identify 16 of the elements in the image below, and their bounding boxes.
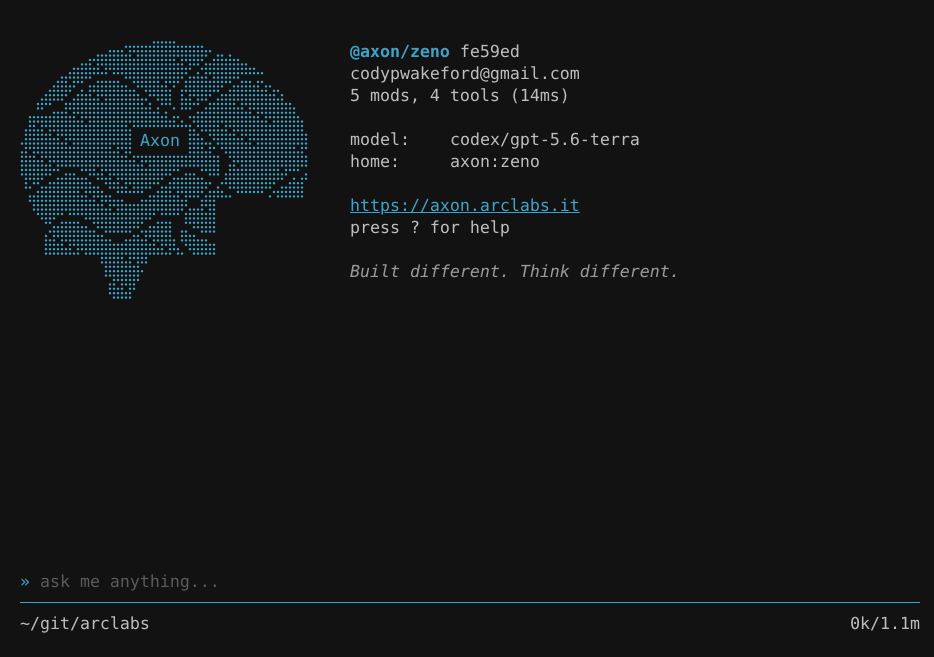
commit-hash: fe59ed bbox=[460, 42, 520, 61]
email-text: codypwakeford@gmail.com bbox=[350, 64, 580, 83]
current-path: ~/git/arclabs bbox=[20, 613, 150, 635]
stats-text: 5 mods, 4 tools (14ms) bbox=[350, 86, 570, 105]
setting-value: axon:zeno bbox=[450, 152, 540, 171]
setting-key: home: bbox=[350, 151, 450, 173]
tagline-text: Built different. Think different. bbox=[350, 262, 680, 281]
logo-label: Axon bbox=[140, 130, 180, 152]
setting-value: codex/gpt-5.6-terra bbox=[450, 130, 640, 149]
prompt-input[interactable]: ask me anything... bbox=[40, 572, 920, 590]
setting-key: model: bbox=[350, 129, 450, 151]
token-usage: 0k/1.1m bbox=[850, 613, 920, 635]
package-name: @axon/zeno bbox=[350, 42, 450, 61]
website-link[interactable]: https://axon.arclabs.it bbox=[350, 196, 580, 215]
help-text: press ? for help bbox=[350, 218, 510, 237]
prompt-symbol: » bbox=[20, 572, 30, 590]
